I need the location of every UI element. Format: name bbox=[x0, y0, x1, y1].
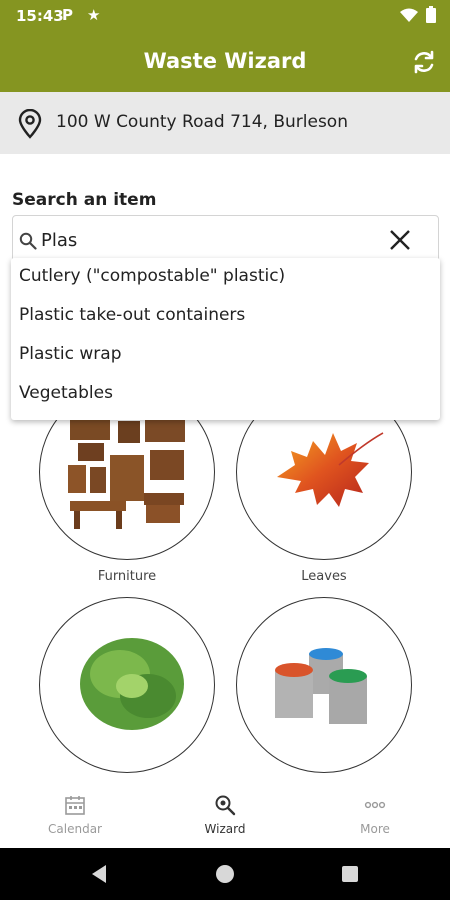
more-dots-icon bbox=[364, 801, 386, 809]
location-pin-icon bbox=[18, 109, 42, 139]
status-notification-icons: P ★ bbox=[62, 6, 100, 24]
search-input[interactable] bbox=[41, 225, 381, 255]
battery-icon bbox=[426, 6, 436, 23]
grass-clippings-image bbox=[80, 638, 184, 730]
search-label: Search an item bbox=[12, 190, 157, 210]
back-icon[interactable] bbox=[90, 864, 108, 884]
search-icon bbox=[19, 232, 37, 250]
nav-label: More bbox=[360, 822, 390, 836]
parking-icon: P bbox=[62, 6, 73, 24]
suggestion-item[interactable]: Vegetables bbox=[19, 383, 113, 403]
nav-label: Calendar bbox=[48, 822, 102, 836]
category-label-leaves: Leaves bbox=[301, 569, 347, 584]
suggestion-item[interactable]: Cutlery ("compostable" plastic) bbox=[19, 266, 285, 286]
star-icon: ★ bbox=[87, 6, 101, 24]
status-system-icons bbox=[400, 6, 436, 23]
wizard-search-icon bbox=[215, 795, 236, 816]
status-time: 15:43 bbox=[16, 7, 64, 25]
paint-cans-image bbox=[275, 648, 367, 724]
refresh-icon[interactable] bbox=[410, 48, 438, 76]
nav-calendar[interactable]: Calendar bbox=[25, 794, 125, 836]
suggestion-item[interactable]: Plastic take-out containers bbox=[19, 305, 245, 325]
nav-more[interactable]: More bbox=[325, 794, 425, 836]
suggestions-dropdown: Cutlery ("compostable" plastic) Plastic … bbox=[11, 258, 440, 420]
address-text: 100 W County Road 714, Burleson bbox=[56, 112, 348, 132]
nav-wizard[interactable]: Wizard bbox=[175, 794, 275, 836]
address-bar[interactable]: 100 W County Road 714, Burleson bbox=[0, 92, 450, 154]
category-label-furniture: Furniture bbox=[97, 569, 157, 584]
recents-icon[interactable] bbox=[341, 865, 359, 883]
app-title: Waste Wizard bbox=[143, 49, 307, 73]
app-bar: Waste Wizard bbox=[0, 32, 450, 92]
category-card-grass[interactable] bbox=[39, 597, 215, 773]
search-box[interactable] bbox=[12, 215, 439, 263]
bottom-nav: Calendar Wizard More bbox=[0, 786, 450, 848]
category-card-paint[interactable] bbox=[236, 597, 412, 773]
nav-label: Wizard bbox=[204, 822, 246, 836]
calendar-icon bbox=[65, 796, 85, 815]
wifi-icon bbox=[400, 8, 418, 22]
suggestion-item[interactable]: Plastic wrap bbox=[19, 344, 122, 364]
status-bar: 15:43 P ★ bbox=[0, 0, 450, 32]
system-nav-bar bbox=[0, 848, 450, 900]
close-icon[interactable] bbox=[388, 228, 412, 252]
home-icon[interactable] bbox=[214, 863, 236, 885]
